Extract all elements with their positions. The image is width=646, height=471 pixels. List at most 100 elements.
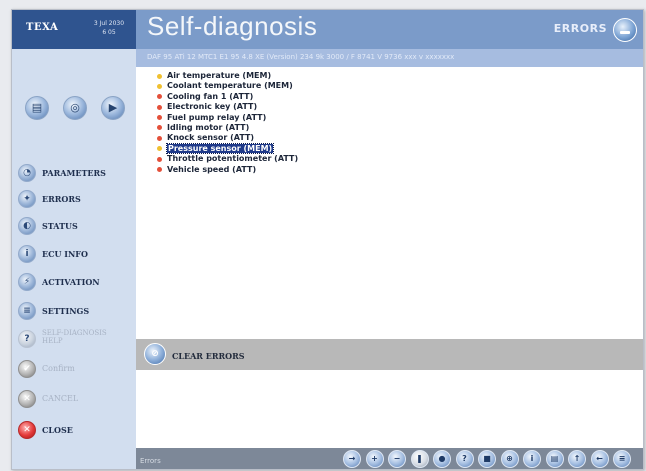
nav-plus-button[interactable]: + <box>365 450 384 468</box>
nav-pause-button[interactable]: ❚ <box>410 450 429 468</box>
menu-icon: ≡ <box>618 454 626 463</box>
play-icon: ▶ <box>108 101 118 114</box>
error-item[interactable]: Throttle potentiometer (ATT) <box>157 154 298 164</box>
clear-errors-icon[interactable]: ⊘ <box>144 343 166 365</box>
nav-menu-button[interactable]: ≡ <box>613 450 631 468</box>
error-label: Throttle potentiometer (ATT) <box>167 154 299 164</box>
error-label: Idling motor (ATT) <box>167 122 250 132</box>
error-item[interactable]: Knock sensor (ATT) <box>157 133 298 143</box>
sidebar-item-label: ERRORS <box>42 194 81 204</box>
help-icon: ? <box>18 330 36 348</box>
page-title: Self-diagnosis <box>147 11 318 41</box>
error-label: Vehicle speed (ATT) <box>167 164 257 174</box>
error-label: Cooling fan 1 (ATT) <box>167 91 254 101</box>
nav-info-button[interactable]: i <box>523 450 541 468</box>
info-icon: i <box>18 245 36 263</box>
sidebar-item-label-line1: SELF-DIAGNOSIS <box>42 329 107 337</box>
toolbar: ▤ ◎ ▶ <box>25 96 125 122</box>
error-item[interactable]: Coolant temperature (MEM) <box>157 81 298 91</box>
checkmark-icon-glyph: ✔ <box>23 364 31 374</box>
error-status-dot-icon <box>157 156 162 162</box>
print-button[interactable]: ▤ <box>25 96 49 120</box>
sidebar-item-label: CLOSE <box>42 425 73 435</box>
refresh-icon: ◎ <box>70 101 80 114</box>
minus-icon: − <box>393 454 401 463</box>
close-icon-glyph: ✕ <box>23 425 31 435</box>
sidebar-item-ecu-info[interactable]: i ECU INFO <box>18 243 136 267</box>
sidebar-item-label: PARAMETERS <box>42 168 106 178</box>
status-icon: ◐ <box>18 217 36 235</box>
clear-errors-button[interactable]: CLEAR ERRORS <box>172 351 245 361</box>
next-button[interactable]: ▶ <box>101 96 125 120</box>
error-label: Coolant temperature (MEM) <box>167 81 293 91</box>
nav-forward-button[interactable]: → <box>343 450 361 468</box>
arrow-right-icon: → <box>348 454 356 463</box>
error-status-dot-icon <box>157 104 162 110</box>
error-item[interactable]: Cooling fan 1 (ATT) <box>157 92 298 102</box>
car-error-icon-glyph: ✦ <box>23 194 31 204</box>
refresh-button[interactable]: ◎ <box>63 96 87 120</box>
error-item[interactable]: Vehicle speed (ATT) <box>157 165 298 175</box>
sidebar-item-activation[interactable]: ⚡ ACTIVATION <box>18 271 136 295</box>
date-text: 3 Jul 2030 <box>93 20 125 27</box>
nav-zoom-button[interactable]: ⊕ <box>500 450 519 468</box>
close-icon: ✕ <box>18 421 36 439</box>
sidebar-item-status[interactable]: ◐ STATUS <box>18 215 136 239</box>
sidebar-item-label: ECU INFO <box>42 249 88 259</box>
nav-minus-button[interactable]: − <box>388 450 406 468</box>
nav-back-button[interactable]: ← <box>590 450 609 468</box>
nav-record-button[interactable]: ● <box>433 450 451 468</box>
sidebar-item-label-line2: HELP <box>42 337 63 345</box>
record-icon: ● <box>438 454 446 463</box>
sidebar-item-label: CANCEL <box>42 394 79 403</box>
sidebar-item-parameters[interactable]: ◔ PARAMETERS <box>18 162 136 186</box>
errors-panel: Air temperature (MEM) Coolant temperature… <box>136 67 643 339</box>
gauge-icon-glyph: ◔ <box>23 168 31 178</box>
info-icon-glyph: i <box>25 249 29 259</box>
error-item[interactable]: Pressure sensor (MEM) <box>157 142 298 154</box>
question-icon: ? <box>462 454 467 463</box>
info-icon: i <box>530 454 534 463</box>
clear-errors-bar[interactable]: ⊘ CLEAR ERRORS <box>136 339 643 370</box>
error-status-dot-icon <box>157 135 162 141</box>
error-status-dot-icon <box>157 73 162 79</box>
sidebar-item-close[interactable]: ✕ CLOSE <box>18 419 136 443</box>
checkmark-icon: ✔ <box>18 360 36 378</box>
error-label: Fuel pump relay (ATT) <box>167 112 267 122</box>
nav-stop-button[interactable]: ■ <box>478 450 496 468</box>
app-window: TEXA 3 Jul 2030 6 05 Self-diagnosis ERRO… <box>11 9 644 470</box>
texa-logo: TEXA <box>26 22 59 33</box>
printer-icon: ▤ <box>31 101 43 114</box>
error-label: Electronic key (ATT) <box>167 102 258 112</box>
sidebar-item-errors[interactable]: ✦ ERRORS <box>18 188 136 212</box>
status-icon-glyph: ◐ <box>23 221 31 231</box>
sidebar-item-label: Confirm <box>42 364 75 373</box>
vehicle-info-bar: DAF 95 ATi 12 MTC1 E1 95 4.8 XE (Version… <box>136 49 643 67</box>
cancel-icon: ✕ <box>18 390 36 408</box>
minus-circle-icon <box>613 18 637 42</box>
section-title: ERRORS <box>553 22 607 35</box>
sidebar-item-label: SETTINGS <box>42 306 90 316</box>
help-icon-glyph: ? <box>24 334 30 344</box>
activation-icon-glyph: ⚡ <box>23 277 31 287</box>
settings-icon: ≡ <box>18 302 36 320</box>
arrow-up-icon: ↑ <box>573 454 581 463</box>
error-item[interactable]: Fuel pump relay (ATT) <box>157 113 298 123</box>
error-item[interactable]: Air temperature (MEM) <box>157 71 298 81</box>
nav-up-button[interactable]: ↑ <box>568 450 586 468</box>
error-item[interactable]: Idling motor (ATT) <box>157 123 298 133</box>
sidebar-item-settings[interactable]: ≡ SETTINGS <box>18 300 136 324</box>
status-label: Errors <box>140 457 161 465</box>
settings-icon-glyph: ≡ <box>23 306 31 316</box>
nav-help-button[interactable]: ? <box>455 450 474 468</box>
error-status-dot-icon <box>157 167 162 173</box>
zoom-icon: ⊕ <box>506 454 513 463</box>
vehicle-info-text: DAF 95 ATi 12 MTC1 E1 95 4.8 XE (Version… <box>147 53 455 61</box>
sidebar: ▤ ◎ ▶ ◔ PARAMETERS ✦ ERRORS ◐ STATUS i ECU INFO ⚡ A… <box>12 49 136 469</box>
sidebar-item-self-diagnosis-help: ? SELF-DIAGNOSIS HELP <box>18 328 136 352</box>
error-status-dot-icon <box>157 146 162 152</box>
details-panel <box>136 370 643 448</box>
nav-print-button[interactable]: ▤ <box>545 450 564 468</box>
time-text: 6 05 <box>102 29 116 36</box>
error-item[interactable]: Electronic key (ATT) <box>157 102 298 112</box>
